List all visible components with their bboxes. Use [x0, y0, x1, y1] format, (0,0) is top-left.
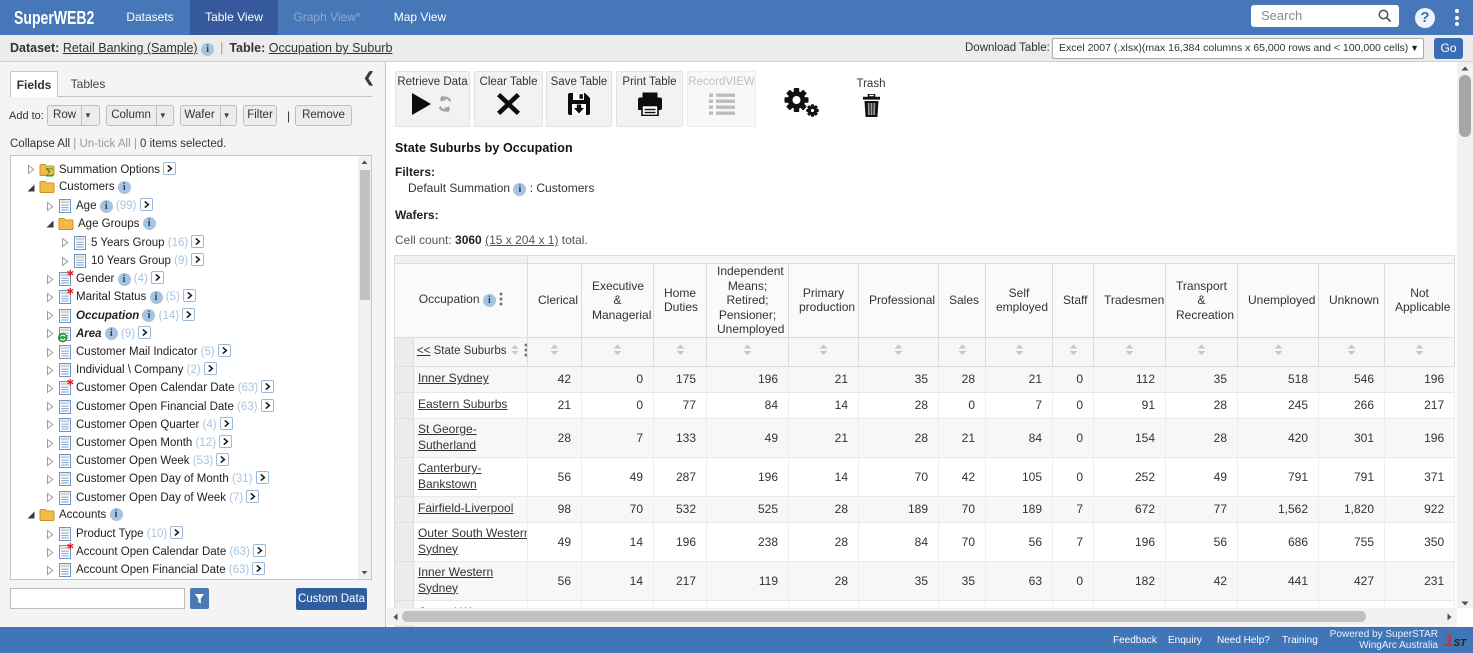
svg-text:Σ: Σ: [46, 165, 54, 177]
